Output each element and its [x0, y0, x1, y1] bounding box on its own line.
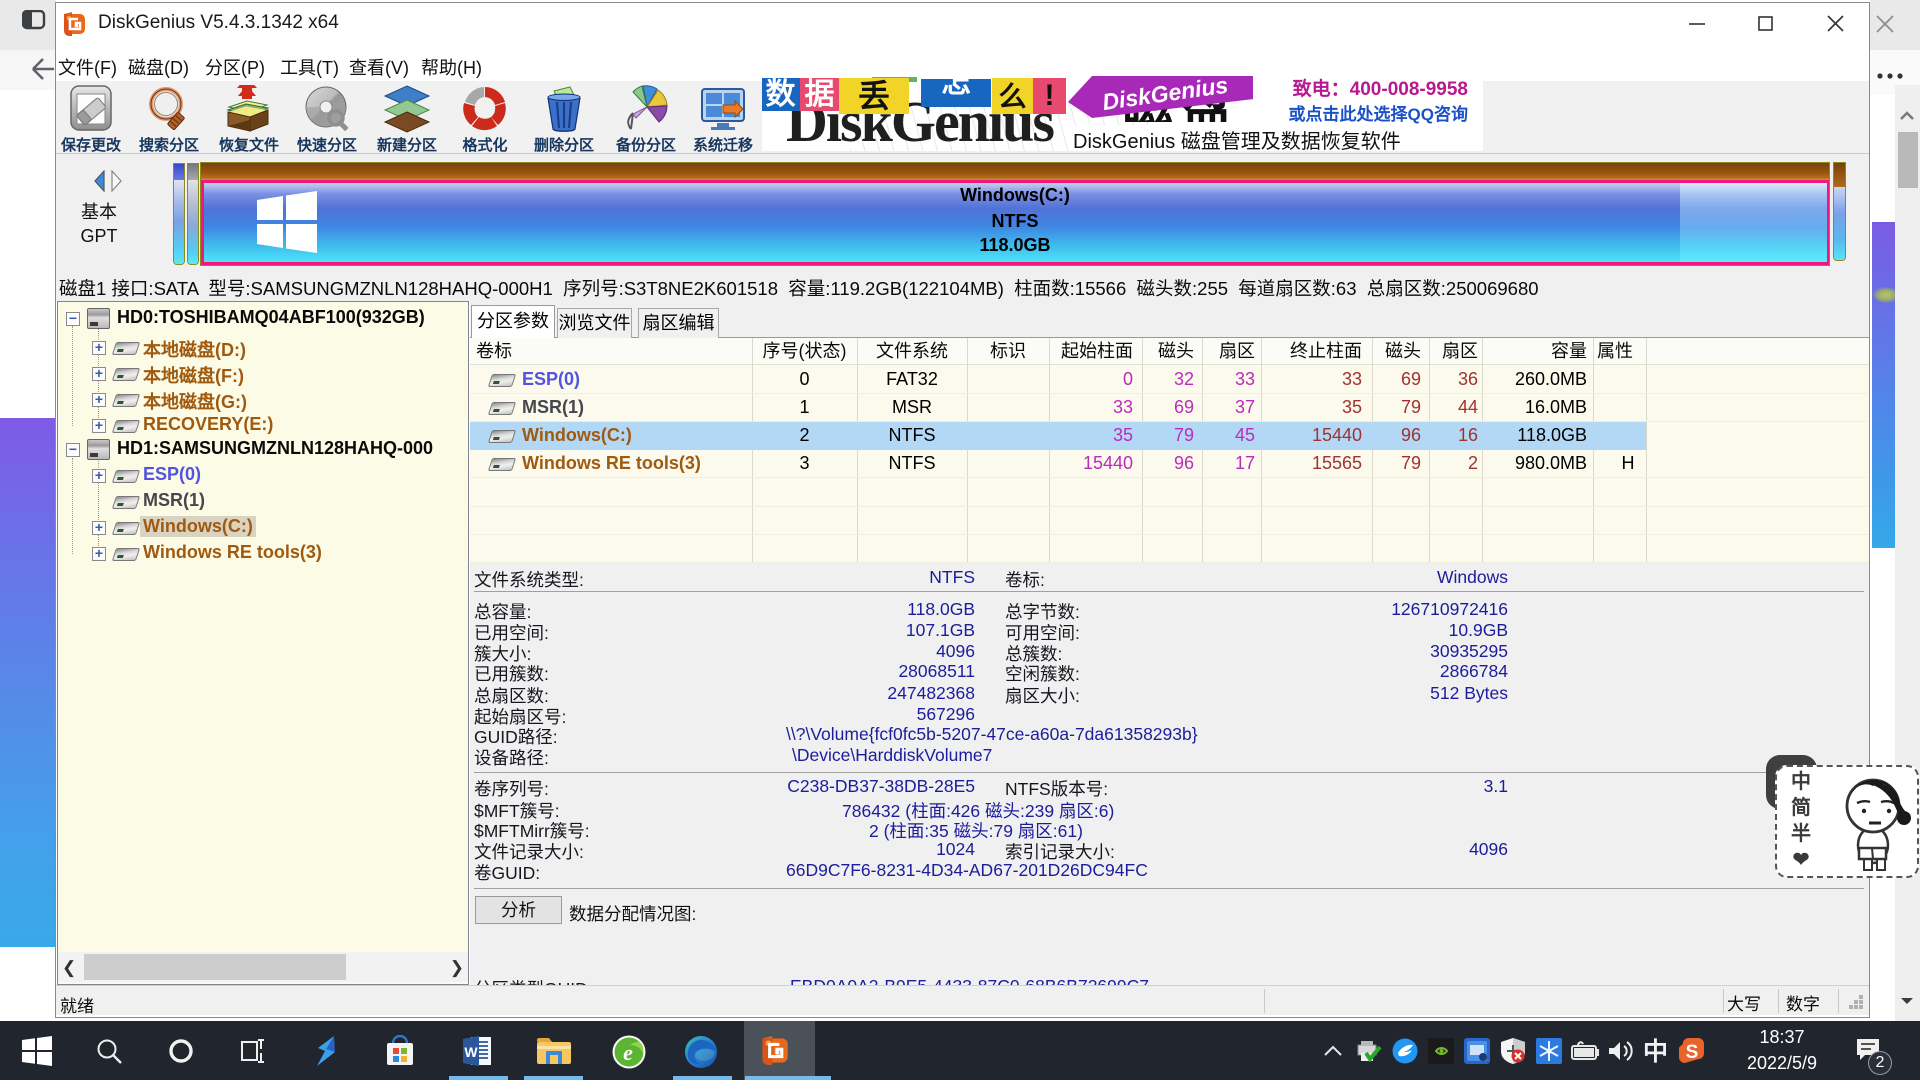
svg-text:S: S [1686, 1042, 1699, 1063]
svg-text:e: e [623, 1040, 633, 1065]
svg-text:W: W [464, 1044, 478, 1060]
